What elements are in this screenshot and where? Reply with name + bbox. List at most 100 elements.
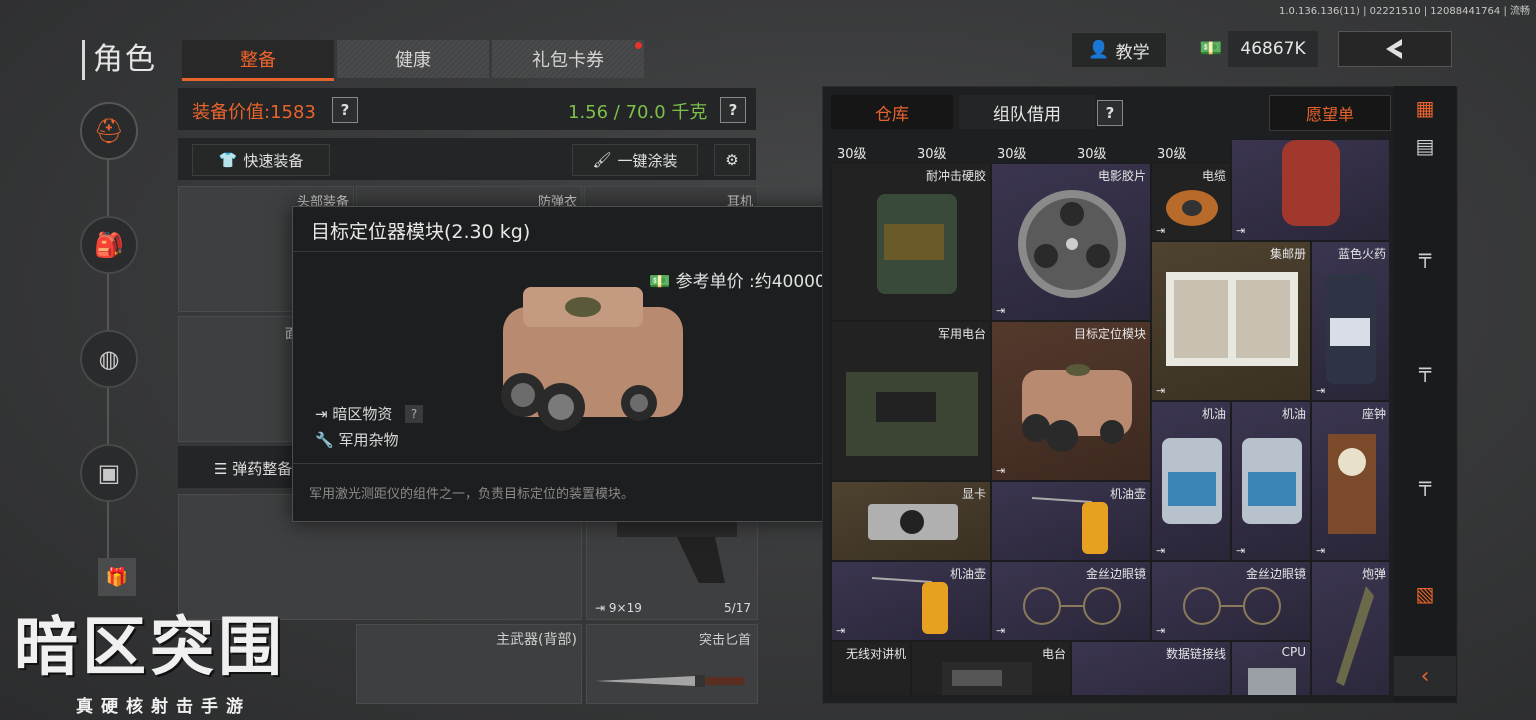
- equip-value-label: 装备价值:1583: [192, 102, 316, 123]
- item-stamp-album[interactable]: 集邮册 ⇥: [1151, 241, 1311, 401]
- tab-team-borrow[interactable]: 组队借用: [959, 95, 1095, 129]
- filter-weapon-button[interactable]: ╤: [1394, 236, 1456, 276]
- wishlist-button[interactable]: 愿望单: [1269, 95, 1391, 131]
- shirt-icon: 👕: [218, 151, 238, 169]
- item-cpu[interactable]: CPU: [1231, 641, 1311, 695]
- filter-weapon-2-button[interactable]: ╤: [1394, 350, 1456, 390]
- gift-button[interactable]: 🎁: [98, 558, 136, 596]
- level-tag: 30级: [997, 147, 1027, 162]
- level-tag: 30级: [837, 147, 867, 162]
- knife-slot[interactable]: 突击匕首: [586, 624, 758, 704]
- weight-help-button[interactable]: ?: [720, 97, 746, 123]
- clock-icon: [1328, 434, 1376, 534]
- popup-header: 目标定位器模块(2.30 kg) ✕: [293, 207, 869, 253]
- level-tag: 30级: [1077, 147, 1107, 162]
- back-weapon-slot[interactable]: 主武器(背部): [356, 624, 582, 704]
- cash-icon: 💵: [649, 272, 671, 292]
- sort-all-button[interactable]: ▦: [1394, 88, 1456, 128]
- item-blue-powder[interactable]: 蓝色火药 ⇥: [1311, 241, 1389, 401]
- tab-equipment-label: 整备: [240, 50, 276, 71]
- one-click-paint-button[interactable]: 🖌 一键涂装: [572, 144, 698, 176]
- settings-button[interactable]: ⚙: [714, 144, 750, 176]
- item-oil-can[interactable]: 机油壶: [991, 481, 1151, 561]
- shell-icon: [1336, 586, 1374, 686]
- back-button[interactable]: [1338, 31, 1452, 67]
- oil-bottle-icon: [1162, 438, 1222, 524]
- rifle-icon: ╤: [1418, 358, 1432, 382]
- quick-equip-button[interactable]: 👕 快速装备: [192, 144, 330, 176]
- item-shell[interactable]: 炮弹: [1311, 561, 1389, 695]
- nav-storage-button[interactable]: ▣: [80, 444, 138, 502]
- radio-icon: [942, 662, 1032, 695]
- wrench-icon: 🔧: [315, 431, 334, 449]
- item-military-radio[interactable]: 军用电台: [831, 321, 991, 481]
- item-engine-oil-2[interactable]: 机油 ⇥: [1231, 401, 1311, 561]
- equip-value-bar: 装备价值:1583 ? 1.56 / 70.0 千克 ?: [178, 88, 756, 130]
- item-hard-glue[interactable]: 耐冲击硬胶: [831, 163, 991, 321]
- rifle-icon: ╤: [1418, 244, 1432, 268]
- tab-equipment[interactable]: 整备: [182, 40, 334, 81]
- item-gold-glasses[interactable]: 金丝边眼镜 ⇥: [991, 561, 1151, 641]
- toolbox-icon: ▣: [97, 459, 121, 487]
- nav-backpack-button[interactable]: 🎒: [80, 216, 138, 274]
- popup-title: 目标定位器模块(2.30 kg): [311, 221, 531, 243]
- gear-icon: ⚙: [725, 151, 739, 169]
- nav-gear-button[interactable]: ◍: [80, 330, 138, 388]
- item-target-locator-module[interactable]: 目标定位模块 ⇥: [991, 321, 1151, 481]
- category-sidebar: ▦ ▤ ╤ ╤ ╤ ▧ ‹: [1394, 86, 1456, 702]
- item-oil-can-2[interactable]: 机油壶 ⇥: [831, 561, 991, 641]
- military-radio-icon: [846, 372, 978, 456]
- item-film-reel[interactable]: 电影胶片 ⇥: [991, 163, 1151, 321]
- tab-gift-coupons[interactable]: 礼包卡券: [492, 40, 644, 78]
- gpu-icon: [868, 504, 958, 540]
- item-desk-clock[interactable]: 座钟 ⇥: [1311, 401, 1389, 561]
- weight-readout: 1.56 / 70.0 千克: [568, 102, 708, 123]
- version-info: 1.0.136.136(11) | 02221510 | 12088441764…: [1278, 6, 1530, 17]
- collapse-button[interactable]: ‹: [1394, 656, 1456, 696]
- tutorial-label: 教学: [1115, 42, 1150, 63]
- notification-dot: [635, 42, 642, 49]
- level-tag: 30级: [1157, 147, 1187, 162]
- case-icon: ▤: [1415, 134, 1435, 158]
- item-walkie-talkie[interactable]: 无线对讲机: [831, 641, 911, 695]
- extract-icon: ⇥: [315, 405, 328, 423]
- item-cable[interactable]: 电缆 ⇥: [1151, 163, 1231, 241]
- inventory-help-button[interactable]: ?: [1097, 100, 1123, 126]
- blue-powder-jug-icon: [1326, 274, 1376, 384]
- item-gold-glasses-2[interactable]: 金丝边眼镜 ⇥: [1151, 561, 1311, 641]
- helmet-gun-icon: ⛑: [93, 117, 125, 145]
- target-locator-module-image: [501, 287, 683, 431]
- tag-help-button[interactable]: ?: [405, 405, 423, 423]
- tab-health-label: 健康: [395, 50, 431, 71]
- tag-military: 🔧 军用杂物: [315, 431, 399, 449]
- jerrycan-icon: [877, 194, 957, 294]
- item-engine-oil[interactable]: 机油 ⇥: [1151, 401, 1231, 561]
- equip-value-help-button[interactable]: ?: [332, 97, 358, 123]
- popup-divider: [293, 463, 869, 464]
- tab-warehouse[interactable]: 仓库: [831, 95, 953, 129]
- filter-misc-button[interactable]: ▧: [1394, 574, 1456, 614]
- film-reel-icon: [1018, 190, 1126, 298]
- gift-icon: 🎁: [105, 566, 129, 588]
- bag-icon: 🎒: [94, 231, 124, 259]
- knife-slot-label: 突击匕首: [698, 633, 751, 648]
- equip-actions-bar: 👕 快速装备 🖌 一键涂装 ⚙: [178, 138, 756, 180]
- item-radio[interactable]: 电台: [911, 641, 1071, 695]
- tab-health[interactable]: 健康: [337, 40, 489, 78]
- filter-storage-button[interactable]: ▤: [1394, 126, 1456, 166]
- oil-can-icon: [1031, 497, 1108, 554]
- game-logo: 暗区突围 真硬核射击手游: [0, 596, 362, 720]
- level-tag: 30级: [917, 147, 947, 162]
- spray-icon: 🖌: [592, 151, 612, 169]
- tutorial-button[interactable]: 👤 教学: [1071, 32, 1167, 68]
- magazine-count: 5/17: [724, 601, 751, 615]
- oil-bottle-icon: [1242, 438, 1302, 524]
- nav-equipment-button[interactable]: ⛑: [80, 102, 138, 160]
- target-locator-icon: [1022, 364, 1132, 452]
- glasses-icon: [1183, 587, 1281, 625]
- rifle-icon: ╤: [1418, 472, 1432, 496]
- item-graphics-card[interactable]: 显卡: [831, 481, 991, 561]
- filter-weapon-3-button[interactable]: ╤: [1394, 464, 1456, 504]
- item-data-cable[interactable]: 数据链接线: [1071, 641, 1231, 695]
- item-gas-tank[interactable]: ⇥: [1231, 139, 1389, 241]
